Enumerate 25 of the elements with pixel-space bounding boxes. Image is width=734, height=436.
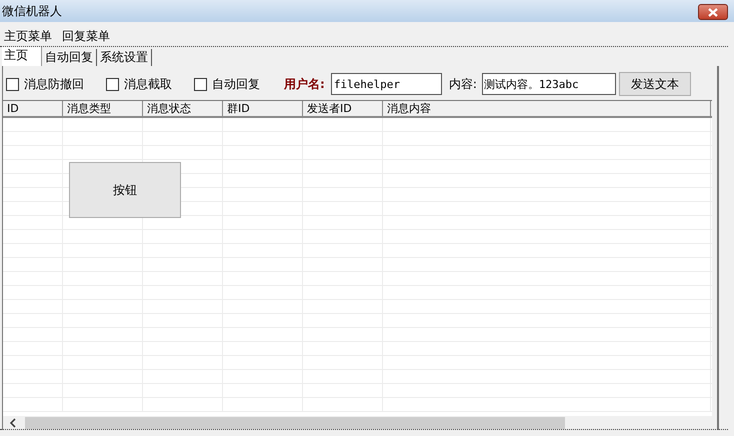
scroll-left-icon[interactable] [9,418,17,428]
menu-item[interactable]: 回复菜单 [62,29,110,44]
username-field[interactable]: filehelper [330,73,442,95]
tab[interactable]: 主页 [2,47,42,66]
content-field[interactable]: 测试内容。123abc [482,73,616,95]
horizontal-scrollbar[interactable] [3,416,712,430]
close-icon [707,8,719,16]
menu-item[interactable]: 主页菜单 [4,29,52,44]
column-header[interactable]: 消息状态 [143,101,223,116]
window-title: 微信机器人 [2,2,62,20]
checkbox[interactable]: 消息防撤回 [6,76,84,92]
checkbox[interactable]: 消息截取 [106,76,172,92]
canvas-button[interactable]: 按钮 [69,162,181,218]
tab[interactable]: 系统设置 [97,49,152,66]
column-header[interactable]: 消息内容 [383,101,711,116]
column-header[interactable]: 发送者ID [303,101,383,116]
username-label: 用户名: [284,76,325,92]
send-button[interactable]: 发送文本 [618,72,691,96]
scroll-thumb[interactable] [25,417,565,429]
column-header[interactable]: 群ID [223,101,303,116]
column-header[interactable]: ID [3,101,63,116]
checkbox[interactable]: 自动回复 [194,76,260,92]
column-header[interactable]: 消息类型 [63,101,143,116]
content-label: 内容: [448,76,477,92]
close-button[interactable] [698,4,728,20]
